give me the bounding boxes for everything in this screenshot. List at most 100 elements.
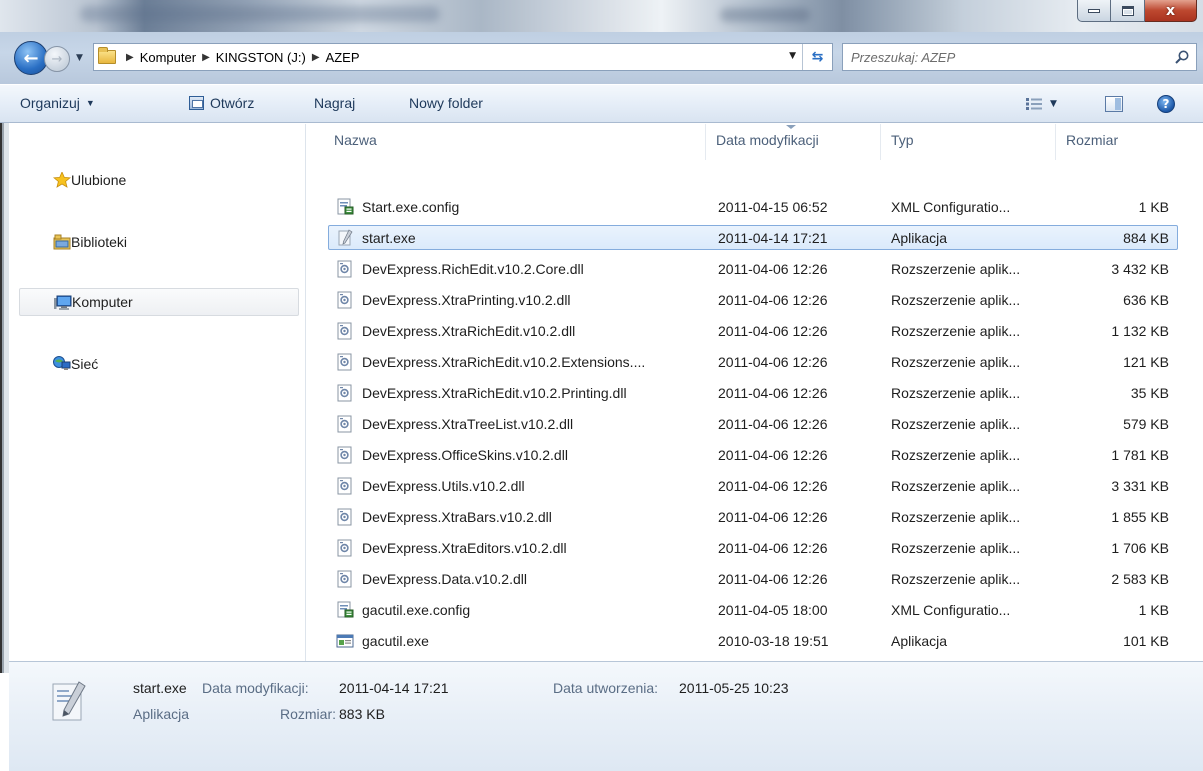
forward-button[interactable]: →	[44, 46, 70, 72]
file-type: Rozszerzenie aplik...	[891, 508, 1021, 525]
file-row[interactable]: DevExpress.XtraEditors.v10.2.dll 2011-04-…	[328, 535, 1178, 560]
refresh-button[interactable]: ⇆	[802, 44, 832, 70]
file-row[interactable]: DevExpress.XtraBars.v10.2.dll 2011-04-06 …	[328, 504, 1178, 529]
file-size: 3 432 KB	[1111, 260, 1169, 277]
file-name: DevExpress.OfficeSkins.v10.2.dll	[362, 446, 568, 463]
file-type: Rozszerzenie aplik...	[891, 539, 1021, 556]
file-size: 1 855 KB	[1111, 508, 1169, 525]
burn-button[interactable]: Nagraj	[314, 95, 355, 111]
breadcrumb-separator-icon[interactable]: ▶	[202, 52, 210, 63]
explorer-window: x ← → ▼ ▶ Komputer ▶ KINGSTON (J:) ▶ AZE…	[0, 0, 1203, 771]
file-size: 1 132 KB	[1111, 322, 1169, 339]
file-row[interactable]: DevExpress.XtraRichEdit.v10.2.dll 2011-04…	[328, 318, 1178, 343]
app-exe-icon	[336, 229, 354, 247]
recent-pages-dropdown[interactable]: ▼	[76, 48, 90, 68]
network-icon	[53, 356, 71, 370]
config-file-icon	[336, 198, 354, 216]
breadcrumb-kingston[interactable]: KINGSTON (J:)	[216, 50, 306, 65]
file-row[interactable]: DevExpress.OfficeSkins.v10.2.dll 2011-04-…	[328, 442, 1178, 467]
file-row[interactable]: gacutil.exe.config 2011-04-05 18:00 XML Co…	[328, 597, 1178, 622]
search-input[interactable]	[843, 45, 1163, 69]
maximize-icon	[1121, 5, 1134, 16]
column-header-date[interactable]: Data modyfikacji	[706, 124, 881, 160]
file-date: 2011-04-06 12:26	[718, 353, 828, 370]
file-type: Rozszerzenie aplik...	[891, 353, 1021, 370]
dll-icon	[336, 322, 354, 340]
file-type: Rozszerzenie aplik...	[891, 446, 1021, 463]
preview-pane-icon[interactable]	[1105, 96, 1123, 112]
file-size: 579 KB	[1123, 415, 1169, 432]
new-folder-button[interactable]: Nowy folder	[409, 95, 483, 111]
dll-icon	[336, 415, 354, 433]
views-dropdown-icon[interactable]: ▼	[1050, 99, 1057, 109]
file-size: 1 KB	[1138, 601, 1169, 618]
organize-button[interactable]: Organizuj ▼	[20, 95, 95, 111]
command-bar: Organizuj ▼ Otwórz Nagraj Nowy folder ▼ …	[0, 84, 1203, 123]
minimize-button[interactable]	[1077, 0, 1111, 22]
close-button[interactable]: x	[1145, 0, 1197, 22]
file-row[interactable]: DevExpress.Utils.v10.2.dll 2011-04-06 12:…	[328, 473, 1178, 498]
window-controls: x	[1077, 0, 1197, 22]
computer-icon	[54, 295, 72, 310]
file-size: 1 781 KB	[1111, 446, 1169, 463]
detail-size-label: Rozmiar:	[280, 706, 337, 722]
back-button[interactable]: ←	[14, 41, 48, 75]
file-date: 2011-04-05 18:00	[718, 601, 828, 618]
dll-icon	[336, 353, 354, 371]
column-header-label: Rozmiar	[1066, 132, 1119, 148]
arrow-right-icon: →	[51, 51, 63, 67]
file-type: Rozszerzenie aplik...	[891, 570, 1021, 587]
file-row[interactable]: Start.exe.config 2011-04-15 06:52 XML Conf…	[328, 194, 1178, 219]
file-name: DevExpress.RichEdit.v10.2.Core.dll	[362, 260, 584, 277]
nav-item-network[interactable]: Sieć	[19, 350, 299, 378]
breadcrumb-komputer[interactable]: Komputer	[140, 50, 196, 65]
detail-created-value: 2011-05-25 10:23	[679, 680, 789, 696]
file-date: 2011-04-15 06:52	[718, 198, 828, 215]
file-type: XML Configuratio...	[891, 601, 1011, 618]
file-row[interactable]: DevExpress.XtraPrinting.v10.2.dll 2011-04…	[328, 287, 1178, 312]
file-row[interactable]: DevExpress.XtraRichEdit.v10.2.Printing.d…	[328, 380, 1178, 405]
navigation-pane: Ulubione Biblioteki Komputer Sieć	[9, 124, 306, 661]
file-name: DevExpress.XtraPrinting.v10.2.dll	[362, 291, 571, 308]
title-bar[interactable]: x	[0, 0, 1203, 32]
maximize-button[interactable]	[1111, 0, 1145, 22]
nav-label: Biblioteki	[71, 234, 128, 250]
detail-size-value: 883 KB	[339, 706, 385, 722]
file-row[interactable]: DevExpress.XtraRichEdit.v10.2.Extensions…	[328, 349, 1178, 374]
file-size: 636 KB	[1123, 291, 1169, 308]
nav-item-libraries[interactable]: Biblioteki	[19, 228, 299, 256]
breadcrumb-azep[interactable]: AZEP	[326, 50, 360, 65]
column-header-label: Typ	[891, 132, 914, 148]
file-row[interactable]: DevExpress.XtraTreeList.v10.2.dll 2011-04…	[328, 411, 1178, 436]
address-history-dropdown-icon[interactable]: ▼	[789, 51, 796, 61]
file-date: 2011-04-06 12:26	[718, 291, 828, 308]
file-row[interactable]: DevExpress.RichEdit.v10.2.Core.dll 2011-0…	[328, 256, 1178, 281]
search-icon[interactable]	[1174, 49, 1190, 65]
column-header-size[interactable]: Rozmiar	[1056, 124, 1176, 160]
change-view-icon[interactable]	[1026, 98, 1042, 110]
file-size: 3 331 KB	[1111, 477, 1169, 494]
file-size: 884 KB	[1123, 229, 1169, 246]
file-date: 2011-04-06 12:26	[718, 570, 828, 587]
nav-item-computer[interactable]: Komputer	[19, 288, 299, 316]
nav-label: Ulubione	[71, 172, 127, 188]
chevron-down-icon: ▼	[85, 98, 95, 108]
file-list-pane: Nazwa Data modyfikacji Typ Rozmiar Start…	[306, 124, 1203, 661]
nav-item-favorites[interactable]: Ulubione	[19, 166, 299, 194]
file-row[interactable]: gacutil.exe 2010-03-18 19:51 Aplikacja 101 …	[328, 628, 1178, 653]
breadcrumb-separator-icon[interactable]: ▶	[312, 52, 320, 63]
column-header-name[interactable]: Nazwa	[324, 124, 706, 160]
help-icon[interactable]: ?	[1157, 95, 1175, 113]
open-button[interactable]: Otwórz	[189, 95, 254, 111]
file-size: 1 KB	[1138, 198, 1169, 215]
file-row[interactable]: DevExpress.Data.v10.2.dll 2011-04-06 12:2…	[328, 566, 1178, 591]
search-box	[842, 43, 1197, 71]
address-bar[interactable]: ▶ Komputer ▶ KINGSTON (J:) ▶ AZEP ▼ ⇆	[93, 43, 833, 71]
file-name: DevExpress.XtraRichEdit.v10.2.Extensions…	[362, 353, 646, 370]
file-name: start.exe	[362, 229, 416, 246]
minimize-icon	[1088, 8, 1100, 13]
file-row[interactable]: start.exe 2011-04-14 17:21 Aplikacja 884 KB	[328, 225, 1178, 250]
file-name: Start.exe.config	[362, 198, 460, 215]
column-header-type[interactable]: Typ	[881, 124, 1056, 160]
breadcrumb-separator-icon[interactable]: ▶	[126, 52, 134, 63]
